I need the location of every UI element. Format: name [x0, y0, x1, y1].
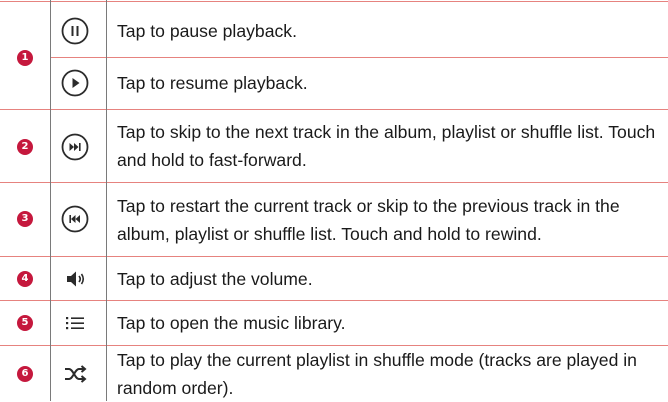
row-divider	[0, 300, 668, 301]
row-divider	[0, 182, 668, 183]
row-description: Tap to skip to the next track in the alb…	[117, 122, 656, 170]
row-divider	[0, 256, 668, 257]
step-badge-6: 6	[17, 366, 33, 382]
play-icon	[60, 68, 90, 98]
step-badge-5: 5	[17, 315, 33, 331]
row-description: Tap to adjust the volume.	[117, 269, 313, 289]
row-description: Tap to open the music library.	[117, 313, 346, 333]
table-top-rule	[0, 1, 668, 2]
list-icon	[60, 308, 90, 338]
step-badge-2: 2	[17, 139, 33, 155]
column-divider-icon	[106, 0, 107, 401]
pause-icon	[60, 16, 90, 46]
next-track-icon	[60, 132, 90, 162]
row-description: Tap to resume playback.	[117, 73, 308, 93]
row-description: Tap to pause playback.	[117, 21, 297, 41]
column-divider-number	[50, 0, 51, 401]
row-divider	[0, 109, 668, 110]
step-badge-3: 3	[17, 211, 33, 227]
volume-icon	[60, 264, 90, 294]
step-badge-4: 4	[17, 271, 33, 287]
row-description: Tap to play the current playlist in shuf…	[117, 350, 637, 398]
previous-track-icon	[60, 204, 90, 234]
shuffle-icon	[60, 359, 90, 389]
row-description: Tap to restart the current track or skip…	[117, 196, 620, 244]
step-badge-1: 1	[17, 50, 33, 66]
row-divider-inner	[50, 57, 668, 58]
